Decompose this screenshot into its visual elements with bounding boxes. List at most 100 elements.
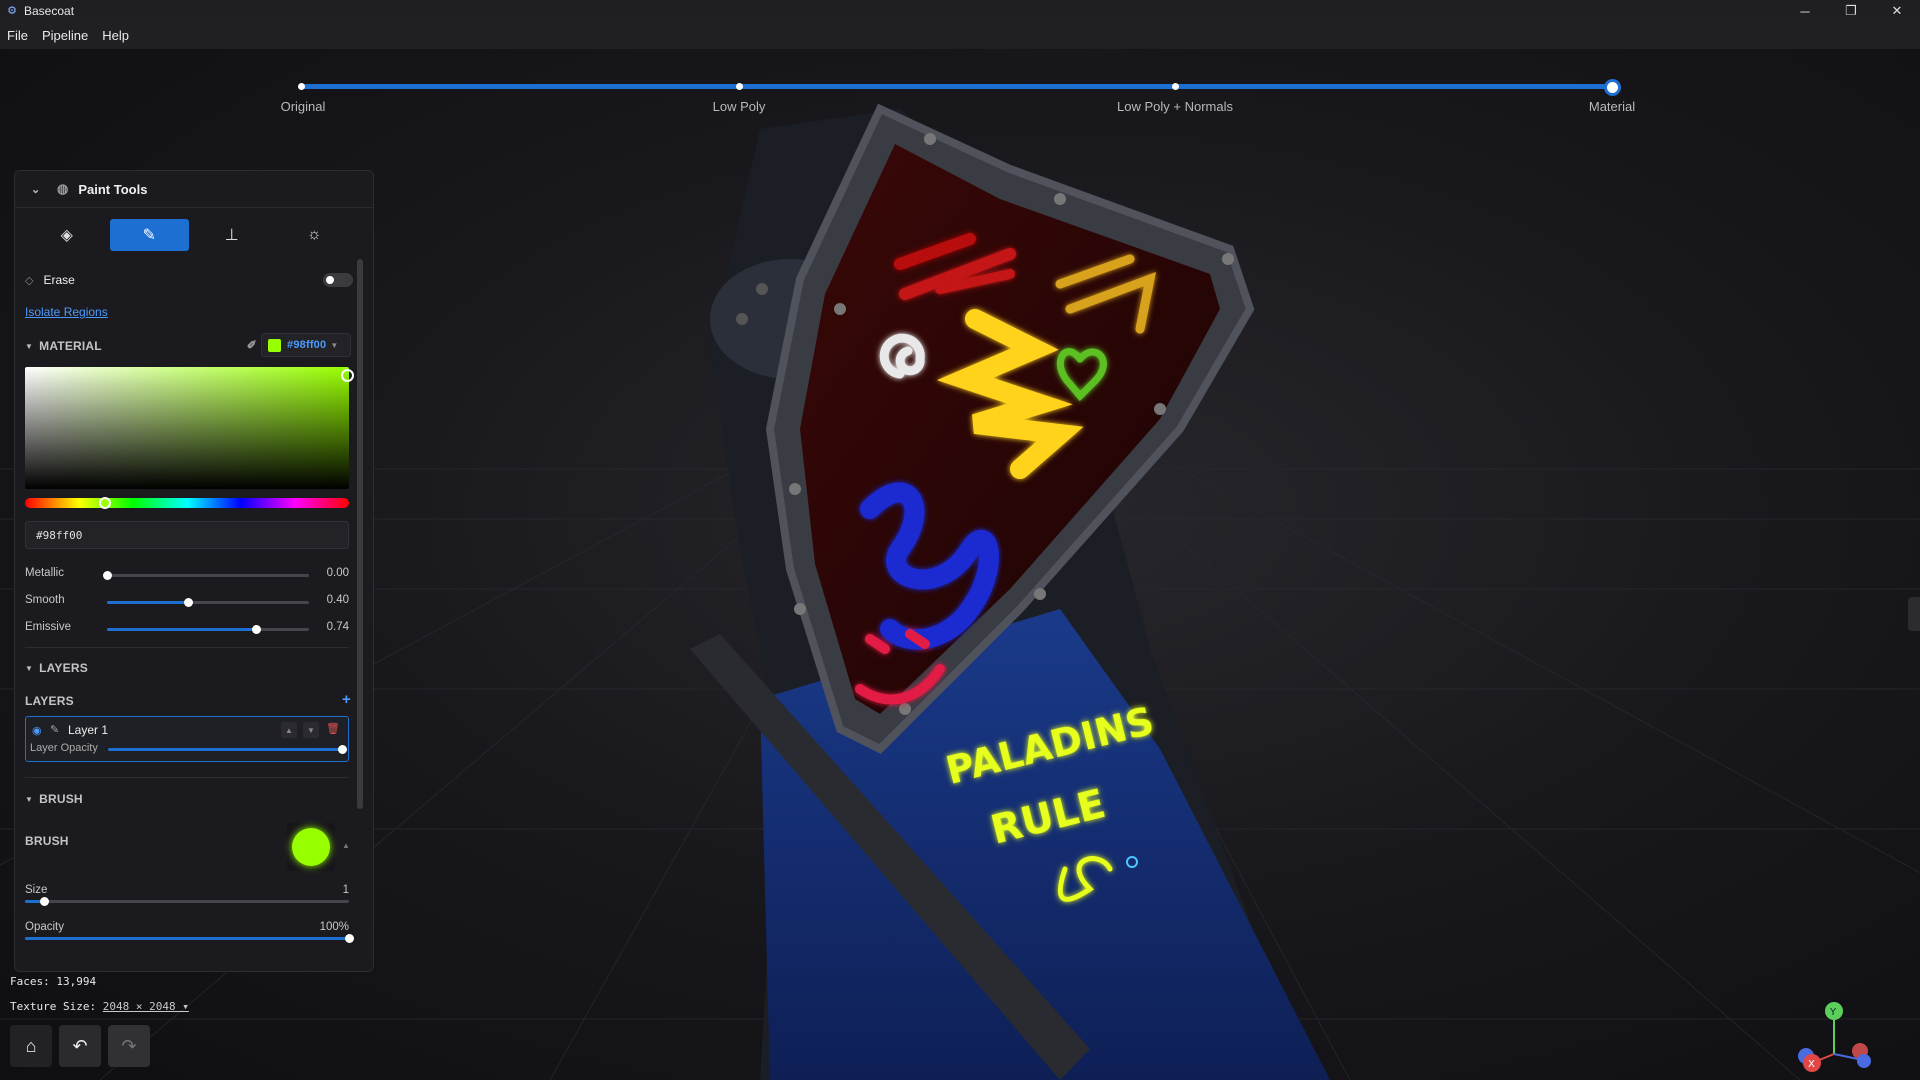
stamp-icon: ⊥ bbox=[224, 227, 239, 244]
light-tool[interactable]: ☼ bbox=[275, 219, 355, 251]
color-hex-label: #98ff00 bbox=[287, 339, 327, 351]
slider-thumb[interactable] bbox=[338, 745, 347, 754]
brush-icon: ✎ bbox=[142, 227, 156, 244]
collapse-chevron-icon[interactable]: ⌄ bbox=[31, 183, 45, 196]
brush-icon: ✎ bbox=[50, 724, 60, 736]
home-button[interactable]: ⌂ bbox=[10, 1025, 52, 1067]
slider-track[interactable] bbox=[25, 897, 349, 906]
smooth-slider[interactable]: Smooth 0.40 bbox=[25, 594, 349, 610]
isolate-regions-link[interactable]: Isolate Regions bbox=[25, 305, 353, 319]
minimize-button[interactable]: ─ bbox=[1782, 0, 1828, 22]
sv-picker-handle[interactable] bbox=[341, 369, 354, 382]
texture-label: Texture Size: bbox=[10, 1000, 97, 1013]
hue-slider[interactable] bbox=[25, 497, 349, 509]
step-label-material[interactable]: Material bbox=[1589, 99, 1635, 114]
menu-pipeline[interactable]: Pipeline bbox=[35, 28, 95, 43]
emissive-label: Emissive bbox=[25, 621, 72, 633]
texture-size-dropdown[interactable]: 2048 × 2048 ▾ bbox=[103, 1000, 189, 1013]
step-dot-original[interactable] bbox=[298, 83, 305, 90]
pipeline-track bbox=[300, 84, 1612, 89]
step-dot-low-poly-normals[interactable] bbox=[1172, 83, 1179, 90]
eye-icon[interactable]: ◉ bbox=[32, 724, 42, 737]
hue-handle[interactable] bbox=[99, 497, 111, 509]
layer-item[interactable]: ◉ ✎ Layer 1 ▲ ▼ 🗑 Layer Opacity bbox=[25, 716, 349, 762]
right-edge-tab[interactable] bbox=[1908, 597, 1920, 631]
material-section-header[interactable]: ▼ MATERIAL ✐ #98ff00 ▼ bbox=[25, 333, 353, 357]
trash-icon[interactable]: 🗑 bbox=[326, 722, 340, 735]
undo-button[interactable]: ↶ bbox=[59, 1025, 101, 1067]
bottom-toolbar: ⌂ ↶ ↷ bbox=[10, 1025, 150, 1067]
slider-track[interactable] bbox=[25, 934, 354, 943]
stamp-tool[interactable]: ⊥ bbox=[192, 219, 272, 251]
brush-color-ball bbox=[292, 828, 330, 866]
eraser-icon: ◇ bbox=[25, 274, 34, 287]
slider-thumb[interactable] bbox=[252, 625, 262, 634]
material-color-dropdown[interactable]: #98ff00 ▼ bbox=[261, 333, 351, 357]
eyedropper-icon[interactable]: ✐ bbox=[247, 338, 257, 352]
menu-file[interactable]: File bbox=[0, 28, 35, 43]
title-bar: ⚙ Basecoat ─ ❐ ✕ bbox=[0, 0, 1920, 22]
faces-value: 13,994 bbox=[56, 975, 97, 988]
faces-label: Faces: bbox=[10, 975, 50, 988]
faces-stat: Faces: 13,994 bbox=[10, 975, 96, 988]
paint-tools-panel: ⌄ ◍ Paint Tools ◈ ✎ ⊥ ☼ ◇ Erase Isolate … bbox=[14, 170, 374, 972]
brush-section-header[interactable]: ▼ BRUSH bbox=[25, 790, 353, 808]
slider-thumb[interactable] bbox=[103, 571, 112, 580]
x-axis-label: X bbox=[1808, 1059, 1815, 1070]
menu-bar: File Pipeline Help bbox=[0, 22, 1920, 49]
step-label-low-poly[interactable]: Low Poly bbox=[713, 99, 766, 114]
slider-track[interactable] bbox=[107, 598, 309, 607]
emissive-slider[interactable]: Emissive 0.74 bbox=[25, 621, 349, 637]
step-label-low-poly-normals[interactable]: Low Poly + Normals bbox=[1117, 99, 1233, 114]
app-icon: ⚙ bbox=[7, 5, 17, 17]
panel-title: Paint Tools bbox=[78, 181, 148, 197]
metallic-slider[interactable]: Metallic 0.00 bbox=[25, 567, 349, 583]
saturation-value-picker[interactable] bbox=[25, 367, 354, 489]
slider-thumb[interactable] bbox=[345, 934, 354, 943]
slider-track[interactable] bbox=[107, 625, 309, 634]
toggle-knob bbox=[326, 276, 334, 284]
slider-thumb[interactable] bbox=[183, 598, 193, 607]
restore-button[interactable]: ❐ bbox=[1828, 0, 1874, 22]
hex-color-input[interactable]: #98ff00 bbox=[25, 521, 349, 549]
fill-bucket-tool[interactable]: ◈ bbox=[27, 219, 107, 251]
chevron-up-icon[interactable]: ▲ bbox=[342, 841, 350, 850]
step-dot-material[interactable] bbox=[1604, 79, 1621, 96]
add-layer-button[interactable]: + bbox=[342, 691, 351, 708]
close-button[interactable]: ✕ bbox=[1874, 0, 1920, 22]
layers-section-header[interactable]: ▼ LAYERS bbox=[25, 659, 353, 677]
slider-track[interactable] bbox=[103, 571, 309, 580]
light-icon: ☼ bbox=[306, 226, 322, 243]
erase-toggle[interactable] bbox=[323, 273, 353, 287]
brush-header-label: BRUSH bbox=[39, 792, 83, 806]
window-controls: ─ ❐ ✕ bbox=[1782, 0, 1920, 22]
menu-help[interactable]: Help bbox=[95, 28, 136, 43]
axis-gizmo[interactable]: Y X bbox=[1780, 999, 1880, 1080]
move-layer-up-button[interactable]: ▲ bbox=[281, 722, 297, 738]
panel-header[interactable]: ⌄ ◍ Paint Tools bbox=[15, 171, 373, 208]
step-label-original[interactable]: Original bbox=[281, 99, 326, 114]
redo-button[interactable]: ↷ bbox=[108, 1025, 150, 1067]
pipeline-stepper: Original Low Poly Low Poly + Normals Mat… bbox=[0, 49, 1920, 129]
emissive-value: 0.74 bbox=[326, 621, 349, 633]
divider bbox=[25, 647, 349, 648]
layers-header-label: LAYERS bbox=[39, 661, 88, 675]
material-header-label: MATERIAL bbox=[39, 339, 102, 353]
step-dot-low-poly[interactable] bbox=[736, 83, 743, 90]
size-value: 1 bbox=[342, 884, 349, 896]
y-axis-label: Y bbox=[1829, 1007, 1837, 1018]
palette-icon: ◍ bbox=[57, 181, 69, 196]
layer-opacity-slider[interactable] bbox=[108, 745, 347, 754]
brush-tool[interactable]: ✎ bbox=[109, 219, 189, 251]
fill-bucket-icon: ◈ bbox=[60, 227, 73, 244]
move-layer-down-button[interactable]: ▼ bbox=[303, 722, 319, 738]
opacity-label: Opacity bbox=[25, 921, 64, 933]
opacity-value: 100% bbox=[319, 921, 349, 933]
size-label: Size bbox=[25, 884, 48, 896]
slider-thumb[interactable] bbox=[40, 897, 50, 906]
layer-name[interactable]: Layer 1 bbox=[68, 723, 108, 737]
section-triangle-icon: ▼ bbox=[25, 794, 34, 804]
panel-scrollbar[interactable] bbox=[357, 259, 363, 809]
metallic-value: 0.00 bbox=[326, 567, 349, 579]
brush-preview[interactable] bbox=[287, 823, 335, 871]
